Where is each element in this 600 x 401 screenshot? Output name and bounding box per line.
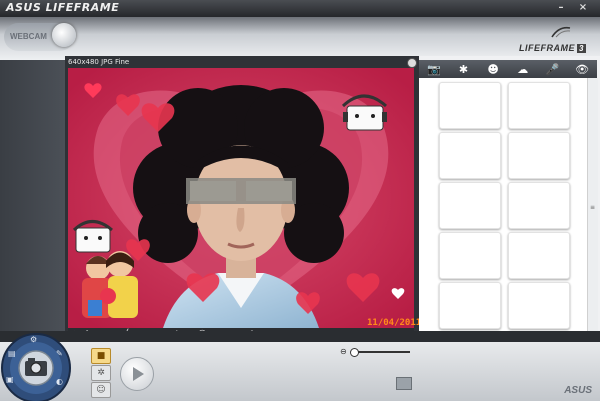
tab-audio-icon[interactable]: 🎤 [545,63,560,76]
thumbnail-slot[interactable] [439,132,501,179]
zoom-track[interactable] [352,351,410,353]
svg-text:▣: ▣ [6,375,14,384]
bottom-divider [0,331,600,342]
close-button[interactable]: × [576,2,590,14]
thumbnail-slot[interactable] [508,82,570,129]
lifeframe-logo-icon [551,26,571,38]
thumbnail-slot[interactable] [508,232,570,279]
zoom-slider[interactable]: ⊖ [340,347,412,357]
zoom-out-icon[interactable]: ⊖ [340,347,347,356]
svg-text:◐: ◐ [56,377,63,386]
tab-face-icon[interactable]: ☻ [486,63,500,76]
asus-logo: ASUS [564,385,592,396]
minimize-button[interactable]: – [554,2,568,14]
title-bar: ASUS LIFEFRAME – × [0,0,600,17]
brand-label: LIFEFRAME 3 [519,43,586,53]
zoom-knob[interactable] [350,348,359,357]
webcam-preview-image [68,68,414,328]
brand-version: 3 [577,44,586,53]
settings-mode-button[interactable]: ✲ [91,365,111,381]
tab-scene-icon[interactable]: ☁ [516,63,530,76]
svg-text:✎: ✎ [56,349,63,358]
thumbnail-grid [419,78,587,331]
thumbnail-slot[interactable] [439,282,501,329]
thumbnail-slot[interactable] [439,82,501,129]
camera-mode-button[interactable]: ■ [91,348,111,364]
thumbnail-slot[interactable] [508,132,570,179]
window-title: ASUS LIFEFRAME [6,1,120,14]
play-button[interactable] [120,357,154,391]
tab-photo-icon[interactable]: 📷 [427,63,441,76]
bottom-bar [0,342,600,401]
photo-datestamp: 11/04/2011 [367,318,422,328]
left-strip [0,60,65,331]
svg-text:⚙: ⚙ [30,335,37,344]
thumbnail-slot[interactable] [508,182,570,229]
svg-text:▤: ▤ [8,349,16,358]
capture-dial[interactable]: ⚙ ✎ ▤ ▣ ◐ [0,326,78,401]
header-band: WEBCAM LIFEFRAME 3 [0,17,600,60]
brand-name: LIFEFRAME [519,43,576,53]
snapshot-indicator-icon[interactable] [407,58,417,68]
tab-view-icon[interactable]: 👁 [575,63,589,76]
lifeframe-window: ASUS LIFEFRAME – × WEBCAM LIFEFRAME 3 640… [0,0,600,401]
thumbnail-slot[interactable] [439,182,501,229]
resolution-label: 640x480 JPG Fine [68,58,130,66]
scroll-thumb[interactable]: ≡ [589,204,596,212]
thumbnail-scrollbar[interactable]: ≡ [587,78,598,331]
mode-switch-knob[interactable] [52,23,76,47]
thumbnail-slot[interactable] [508,282,570,329]
tab-effects-icon[interactable]: ✱ [456,63,470,76]
thumbnail-slot[interactable] [439,232,501,279]
effects-tabbar: 📷 ✱ ☻ ☁ 🎤 👁 [419,60,597,78]
face-mode-button[interactable]: ☺ [91,382,111,398]
play-icon [133,367,144,381]
fullscreen-icon[interactable] [396,377,412,390]
